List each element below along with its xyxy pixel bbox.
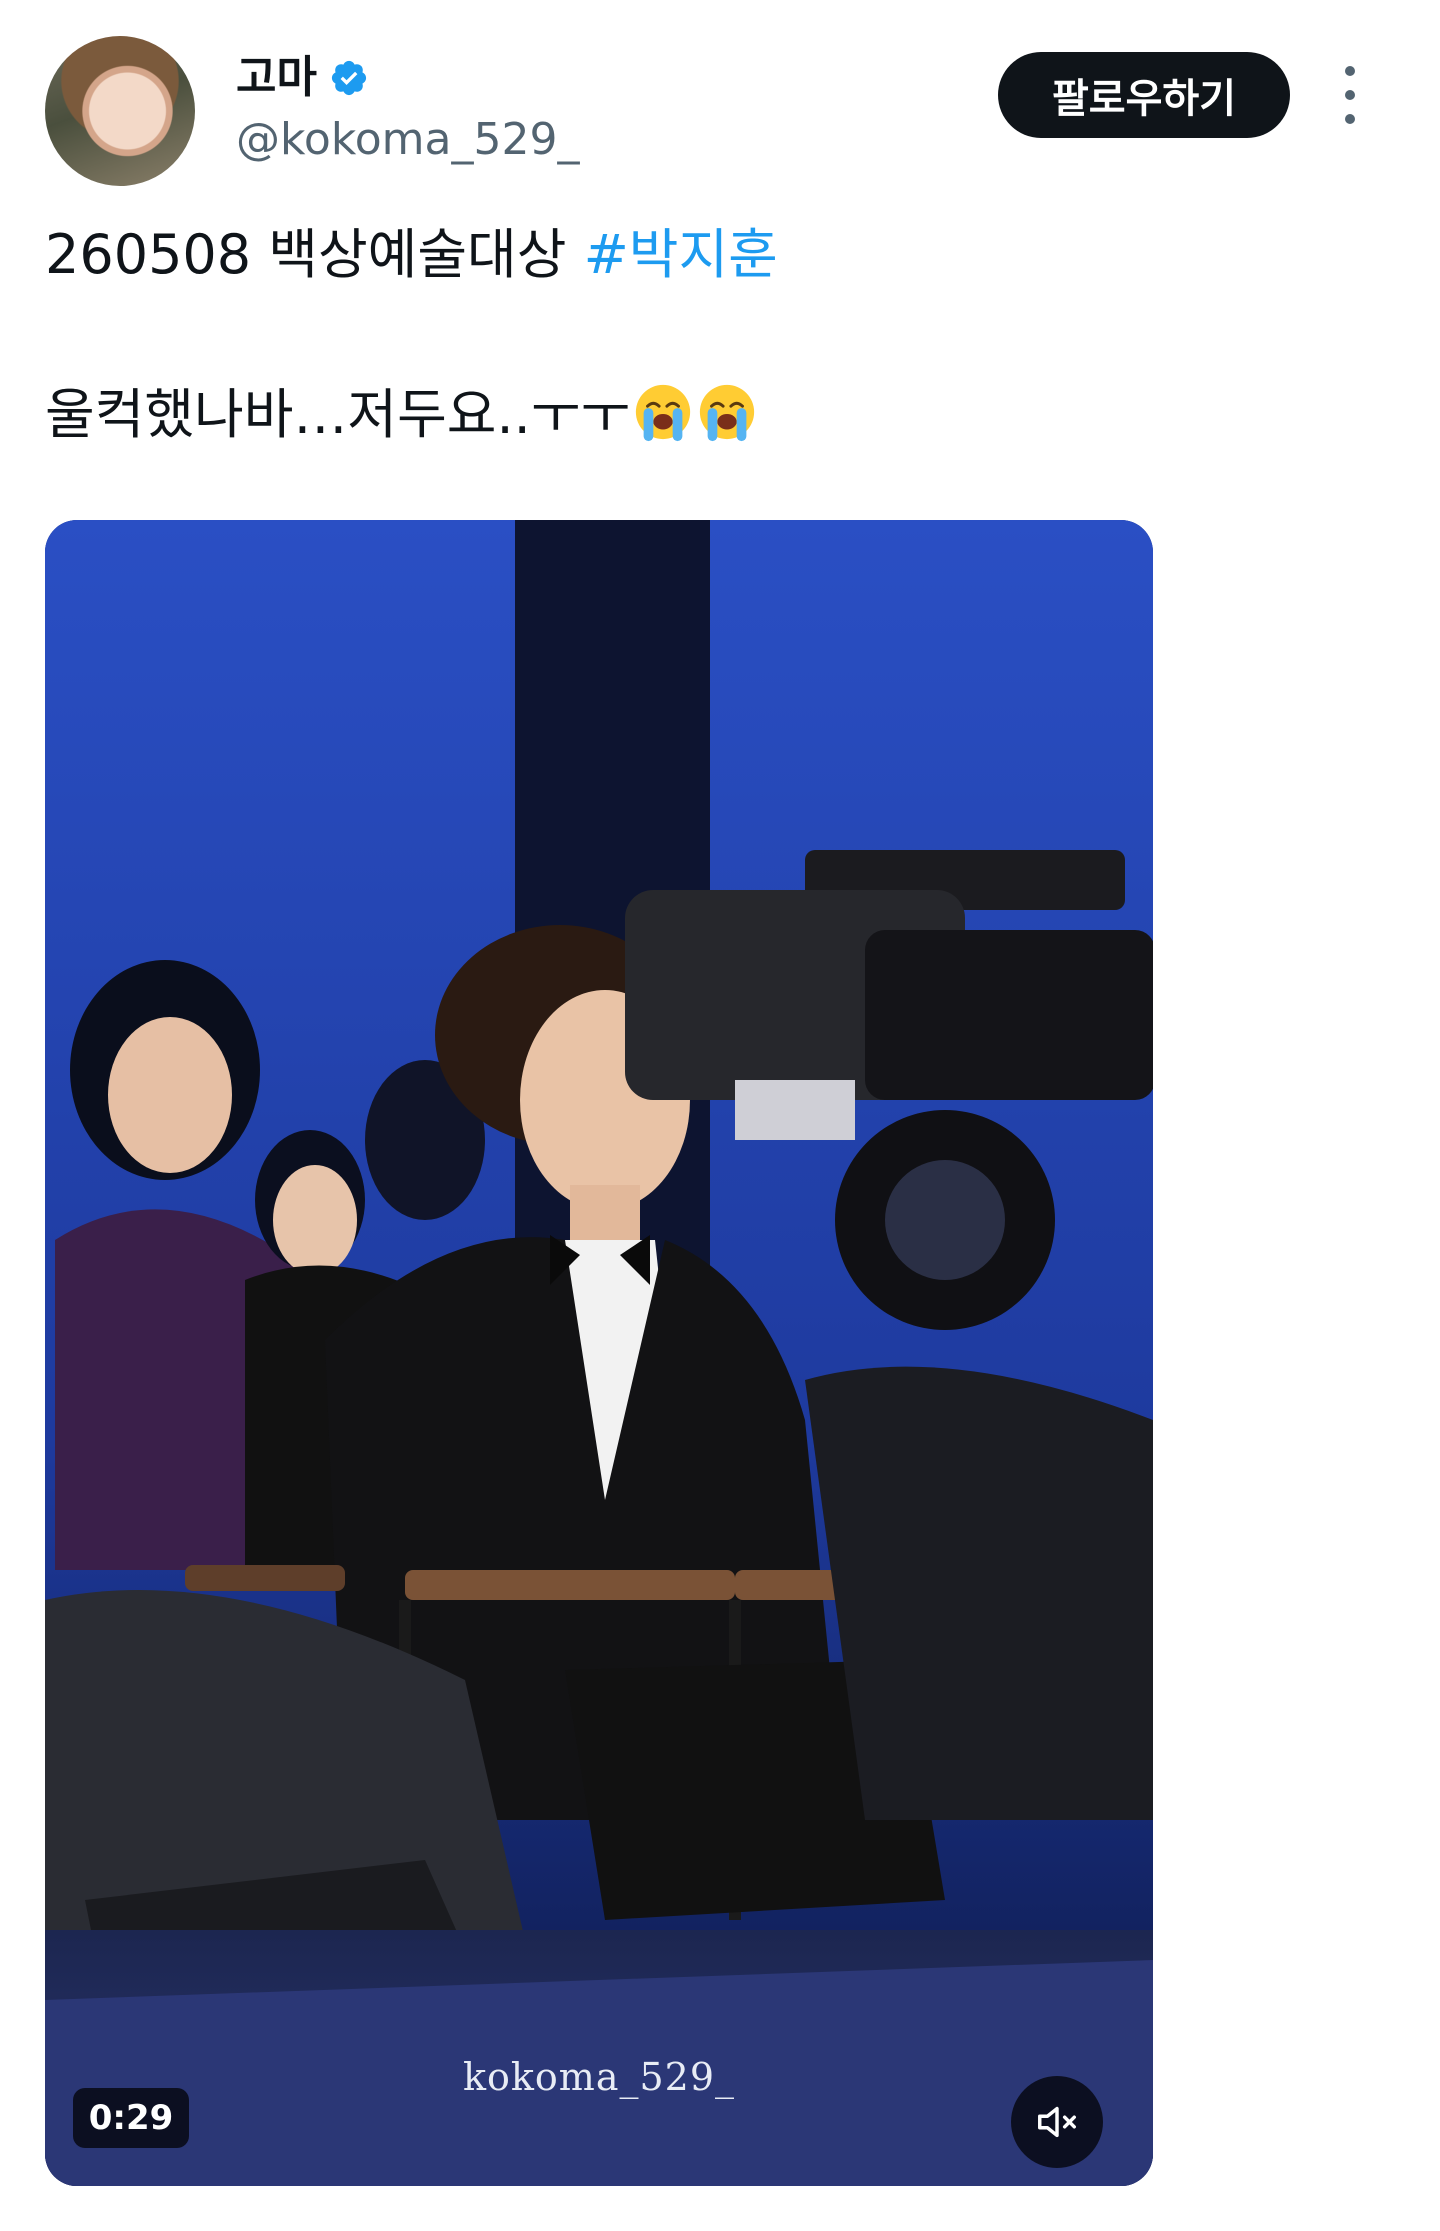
- author-name-row[interactable]: 고마: [236, 48, 369, 108]
- follow-button[interactable]: 팔로우하기: [998, 52, 1290, 138]
- more-vertical-icon[interactable]: [1330, 60, 1370, 130]
- loudly-crying-face-icon: [700, 384, 755, 442]
- tweet-text: 울컥했나바…저두요..ㅜㅜ: [45, 383, 631, 446]
- video-watermark: kokoma_529_: [462, 2055, 736, 2099]
- avatar[interactable]: [45, 36, 195, 186]
- video-player[interactable]: kokoma_529_ 0:29: [45, 520, 1153, 2186]
- more-dot: [1345, 114, 1355, 124]
- video-frame: [45, 520, 1153, 2186]
- hashtag-link[interactable]: #박지훈: [584, 223, 778, 286]
- loudly-crying-face-icon: [636, 384, 691, 442]
- verified-badge-icon: [331, 60, 367, 96]
- mute-toggle-button[interactable]: [1011, 2076, 1103, 2168]
- more-dot: [1345, 66, 1355, 76]
- tweet-text-line-2: 울컥했나바…저두요..ㅜㅜ: [45, 378, 758, 452]
- video-duration-badge: 0:29: [73, 2088, 189, 2148]
- tweet-text-line-1: 260508 백상예술대상 #박지훈: [45, 218, 778, 292]
- tweet-text: 260508 백상예술대상: [45, 223, 584, 286]
- more-dot: [1345, 90, 1355, 100]
- author-handle[interactable]: @kokoma_529_: [236, 110, 579, 170]
- speaker-muted-icon: [1038, 2106, 1076, 2138]
- display-name[interactable]: 고마: [236, 48, 317, 108]
